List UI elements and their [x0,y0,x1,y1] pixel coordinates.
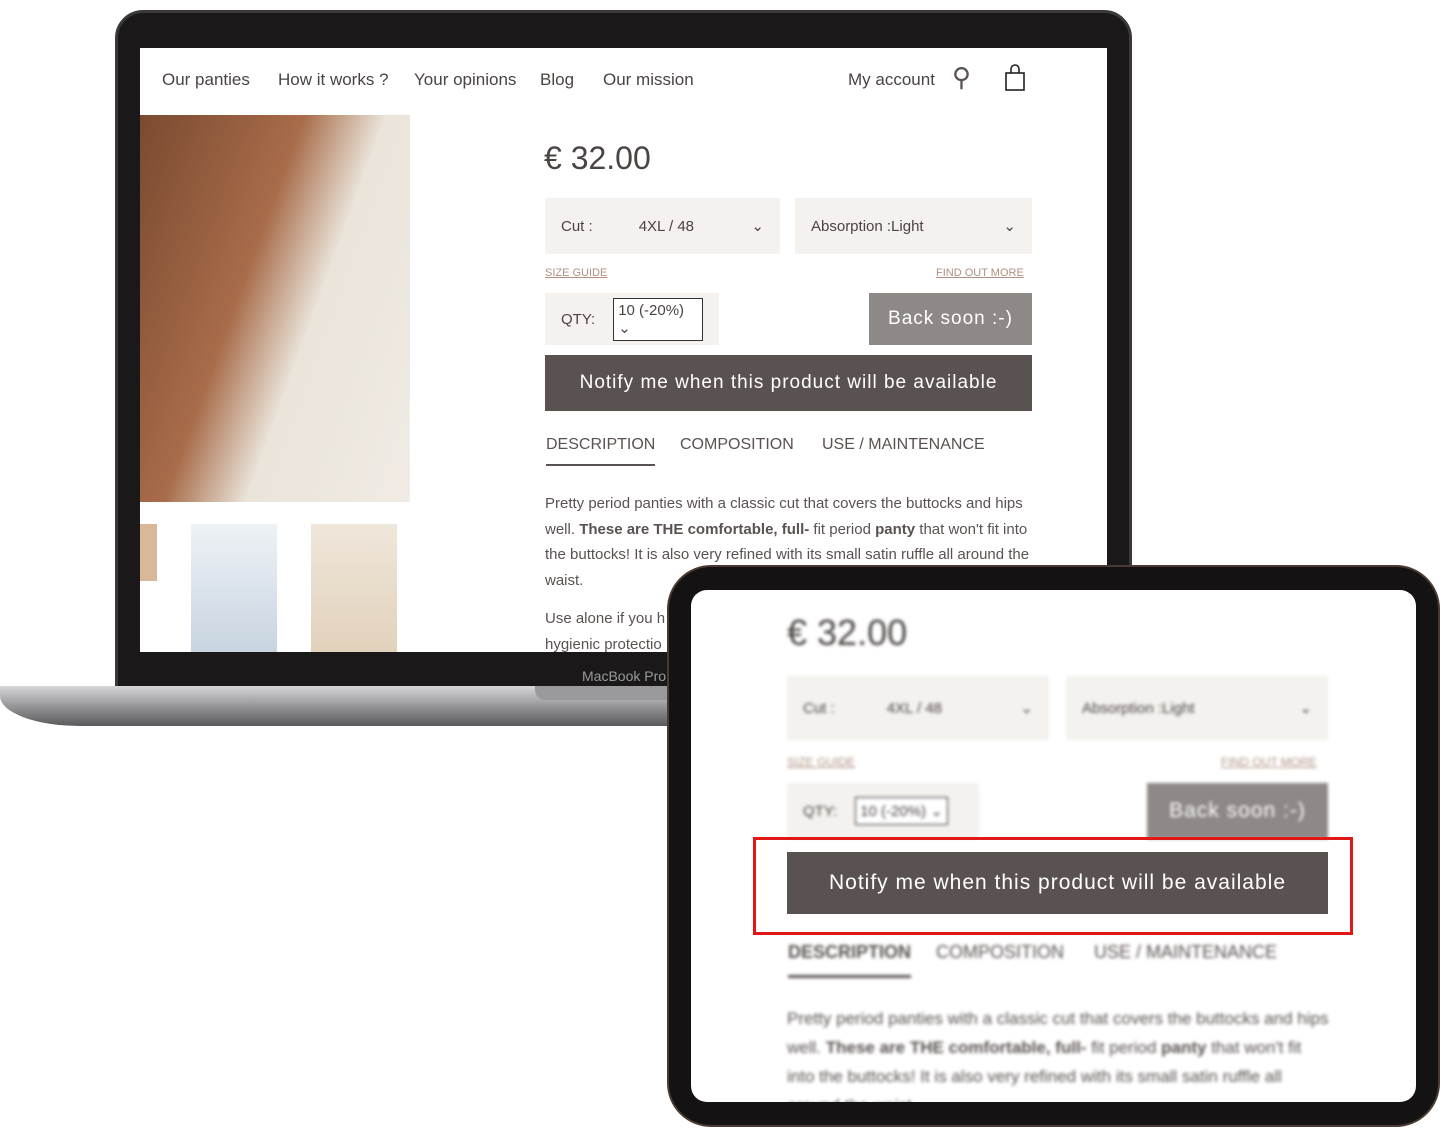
laptop-notch [535,686,685,700]
nav-our-panties[interactable]: Our panties [162,70,250,90]
product-price: € 32.00 [544,140,651,176]
nav-our-mission[interactable]: Our mission [603,70,694,90]
back-soon-button[interactable]: Back soon :-) [869,293,1032,345]
product-main-image [140,115,410,502]
notify-button[interactable]: Notify me when this product will be avai… [545,355,1032,411]
highlight-box [753,837,1353,935]
tablet-qty-box: QTY: 10 (-20%) ⌄ [787,783,979,839]
tablet-back-soon-button[interactable]: Back soon :-) [1147,783,1328,839]
device-brand: MacBook Pro [582,668,667,684]
nav-my-account[interactable]: My account [848,70,935,90]
search-icon[interactable]: ⚲ [952,62,971,93]
tablet-size-guide[interactable]: SIZE GUIDE [787,755,855,769]
absorption-value: Absorption :Light [811,217,924,235]
nav-your-opinions[interactable]: Your opinions [414,70,516,90]
nav-blog[interactable]: Blog [540,70,574,90]
tablet-absorption-select[interactable]: Absorption :Light ⌄ [1066,676,1328,740]
tablet-tab-use-maintenance[interactable]: USE / MAINTENANCE [1094,942,1277,963]
qty-select[interactable]: 10 (-20%) ⌄ [613,297,703,341]
absorption-select[interactable]: Absorption :Light ⌄ [795,198,1032,254]
qty-label: QTY: [561,310,596,328]
tab-description[interactable]: DESCRIPTION [546,436,655,466]
find-out-more-link[interactable]: FIND OUT MORE [936,267,1024,279]
tablet-qty-select[interactable]: 10 (-20%) ⌄ [855,797,948,825]
tab-use-maintenance[interactable]: USE / MAINTENANCE [822,436,985,454]
tablet-description: Pretty period panties with a classic cut… [787,1009,1329,1102]
cut-label: Cut : [561,217,593,235]
thumbnail-2[interactable] [311,524,397,652]
qty-box: QTY: 10 (-20%) ⌄ [545,293,719,345]
shopping-bag-icon[interactable] [1004,64,1026,92]
chevron-down-icon: ⌄ [1003,218,1016,235]
nav-how-it-works[interactable]: How it works ? [278,70,389,90]
thumbnail-1[interactable] [191,524,277,652]
tablet-tab-composition[interactable]: COMPOSITION [936,942,1064,963]
cut-value: 4XL / 48 [638,217,695,235]
thumbnail-partial[interactable] [140,524,157,581]
chevron-down-icon: ⌄ [751,218,764,235]
cut-select[interactable]: Cut : 4XL / 48 ⌄ [545,198,780,254]
tablet-find-out-more[interactable]: FIND OUT MORE [1221,755,1317,769]
tab-composition[interactable]: COMPOSITION [680,436,794,454]
size-guide-link[interactable]: SIZE GUIDE [545,267,607,279]
tablet-tab-description[interactable]: DESCRIPTION [788,942,912,978]
tablet-price: € 32.00 [787,612,908,653]
laptop-screen: Our panties How it works ? Your opinions… [140,48,1107,652]
tablet-cut-select[interactable]: Cut :4XL / 48 ⌄ [787,676,1049,740]
